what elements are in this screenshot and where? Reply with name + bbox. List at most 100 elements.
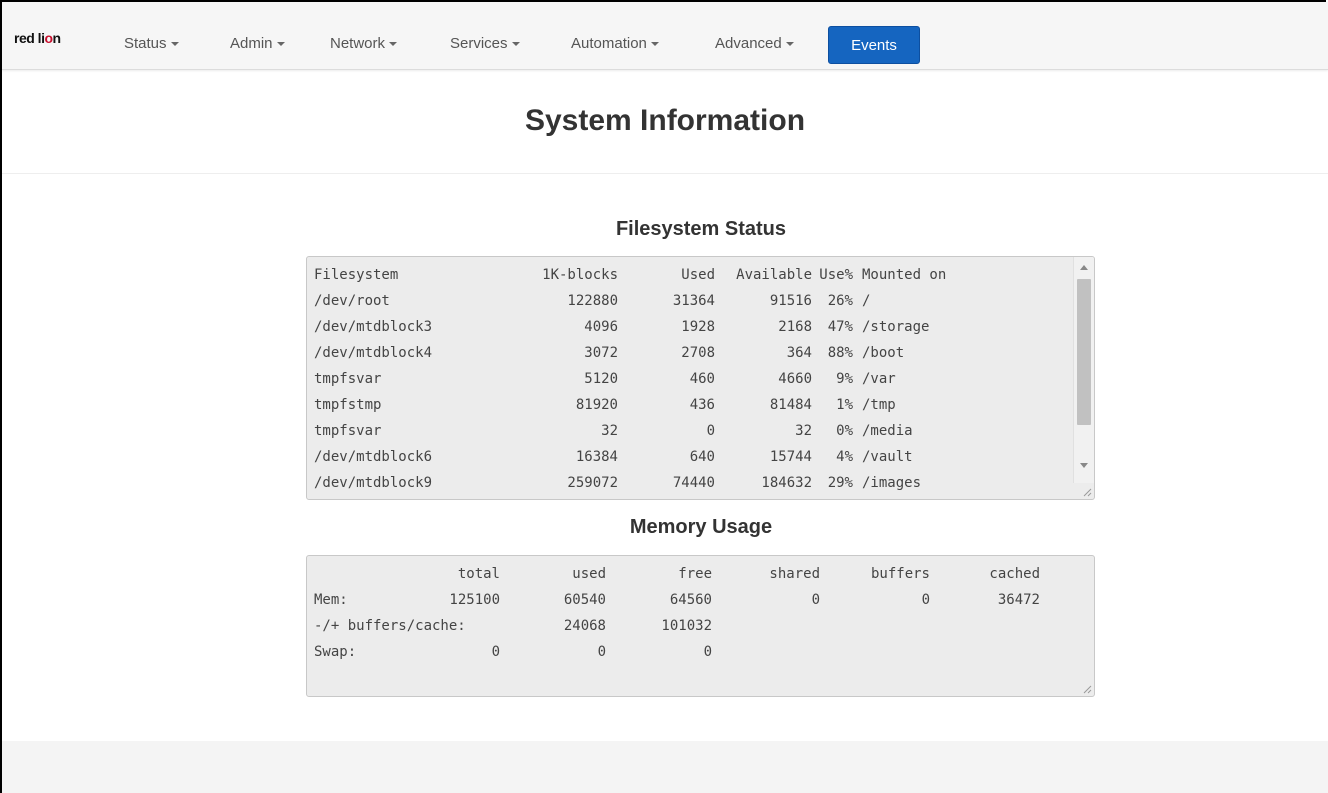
- cell-total: 0: [491, 644, 500, 660]
- cell-used: 640: [689, 449, 715, 465]
- header-cached: cached: [989, 566, 1040, 582]
- cell-filesystem: /dev/mtdblock3: [314, 319, 433, 335]
- header-shared: shared: [769, 566, 820, 582]
- cell-use-percent: 0%: [836, 423, 853, 439]
- table-row: -/+ buffers/cache: 24068 101032: [314, 613, 1040, 639]
- nav-menu-automation-label: Automation: [571, 35, 647, 52]
- cell-filesystem: /dev/mtdblock6: [314, 449, 433, 465]
- cell-buffers: 0: [921, 592, 930, 608]
- cell-used: 460: [689, 371, 715, 387]
- header-used: used: [572, 566, 606, 582]
- cell-available: 364: [786, 345, 812, 361]
- cell-mounted-on: /images: [862, 475, 922, 491]
- nav-menu-automation[interactable]: Automation: [571, 24, 659, 64]
- header-1k-blocks: 1K-blocks: [542, 267, 618, 283]
- header-available: Available: [736, 267, 812, 283]
- cell-blocks: 4096: [584, 319, 618, 335]
- logo-text: red lion: [14, 30, 61, 46]
- header-total: total: [457, 566, 500, 582]
- page-title: System Information: [524, 104, 806, 137]
- table-row: Swap: 0 0 0: [314, 639, 1040, 665]
- cell-blocks: 3072: [584, 345, 618, 361]
- cell-use-percent: 29%: [827, 475, 853, 491]
- cell-free: 64560: [669, 592, 712, 608]
- chevron-down-icon: [785, 42, 794, 47]
- nav-menu-advanced-label: Advanced: [715, 35, 782, 52]
- filesystem-header-row: Filesystem 1K-blocks Used Available Use%…: [314, 262, 963, 288]
- cell-filesystem: tmpfsvar: [314, 371, 382, 387]
- chevron-down-icon: [650, 42, 659, 47]
- cell-mounted-on: /: [862, 293, 871, 309]
- cell-available: 91516: [769, 293, 812, 309]
- cell-mounted-on: /vault: [862, 449, 913, 465]
- cell-use-percent: 1%: [836, 397, 853, 413]
- cell-available: 184632: [761, 475, 812, 491]
- table-row: /dev/mtdblock3 4096 1928 2168 47% /stora…: [314, 314, 963, 340]
- table-row: tmpfsvar 32 0 32 0% /media: [314, 418, 963, 444]
- cell-used: 31364: [672, 293, 715, 309]
- nav-menu-status-label: Status: [124, 35, 167, 52]
- nav-events-button[interactable]: Events: [828, 26, 920, 64]
- cell-used: 60540: [563, 592, 606, 608]
- nav-menu-network[interactable]: Network: [330, 24, 398, 64]
- memory-textarea[interactable]: total used free shared buffers cached Me…: [306, 555, 1095, 697]
- nav-menu-services[interactable]: Services: [450, 24, 520, 64]
- memory-table: total used free shared buffers cached Me…: [314, 561, 1040, 665]
- chevron-down-icon: [511, 42, 520, 47]
- filesystem-textarea[interactable]: Filesystem 1K-blocks Used Available Use%…: [306, 256, 1095, 500]
- nav-menu-status[interactable]: Status: [124, 24, 179, 64]
- scroll-down-arrow-icon[interactable]: [1080, 463, 1088, 468]
- cell-filesystem: tmpfstmp: [314, 397, 382, 413]
- cell-mounted-on: /media: [862, 423, 913, 439]
- resize-handle-icon[interactable]: [1082, 684, 1092, 694]
- filesystem-section-title: Filesystem Status: [615, 218, 787, 240]
- cell-label: Mem:: [314, 592, 348, 608]
- nav-menu-admin[interactable]: Admin: [230, 24, 285, 64]
- chevron-down-icon: [389, 42, 398, 47]
- cell-mounted-on: /storage: [862, 319, 930, 335]
- cell-mounted-on: /tmp: [862, 397, 896, 413]
- cell-available: 15744: [769, 449, 812, 465]
- cell-cached: [930, 639, 1040, 665]
- cell-blocks: 122880: [567, 293, 618, 309]
- table-row: Mem: 125100 60540 64560 0 0 36472: [314, 587, 1040, 613]
- resize-handle-icon[interactable]: [1082, 487, 1092, 497]
- cell-blocks: 5120: [584, 371, 618, 387]
- cell-free: 101032: [661, 618, 712, 634]
- table-row: tmpfstmp 81920 436 81484 1% /tmp: [314, 392, 963, 418]
- header-filesystem: Filesystem: [314, 267, 399, 283]
- table-row: tmpfsvar 5120 460 4660 9% /var: [314, 366, 963, 392]
- nav-menu-network-label: Network: [330, 35, 386, 52]
- cell-available: 2168: [778, 319, 812, 335]
- table-row: /dev/mtdblock9 259072 74440 184632 29% /…: [314, 470, 963, 496]
- nav-menu-advanced[interactable]: Advanced: [715, 24, 794, 64]
- nav-menu-admin-label: Admin: [230, 35, 273, 52]
- top-navbar: red lion Status Admin Network Services A…: [2, 2, 1328, 70]
- header-blank: [314, 561, 394, 587]
- cell-used: 24068: [563, 618, 606, 634]
- cell-available: 81484: [769, 397, 812, 413]
- cell-shared: [712, 613, 820, 639]
- cell-filesystem: tmpfsvar: [314, 423, 382, 439]
- chevron-down-icon: [170, 42, 179, 47]
- filesystem-scrollbar[interactable]: [1073, 257, 1094, 483]
- filesystem-table: Filesystem 1K-blocks Used Available Use%…: [314, 262, 963, 496]
- header-free: free: [678, 566, 712, 582]
- red-lion-logo[interactable]: red lion: [14, 30, 61, 46]
- scrollbar-thumb[interactable]: [1077, 279, 1091, 425]
- cell-use-percent: 26%: [827, 293, 853, 309]
- cell-available: 32: [795, 423, 812, 439]
- cell-free: 0: [703, 644, 712, 660]
- header-buffers: buffers: [870, 566, 930, 582]
- cell-use-percent: 88%: [827, 345, 853, 361]
- cell-filesystem: /dev/mtdblock4: [314, 345, 433, 361]
- header-mounted-on: Mounted on: [862, 267, 947, 283]
- header-used: Used: [681, 267, 715, 283]
- scroll-up-arrow-icon[interactable]: [1080, 265, 1088, 270]
- cell-used: 1928: [681, 319, 715, 335]
- header-use-percent: Use%: [819, 267, 853, 283]
- memory-section-title: Memory Usage: [629, 516, 773, 538]
- cell-shared: [712, 639, 820, 665]
- cell-used: 2708: [681, 345, 715, 361]
- cell-blocks: 32: [601, 423, 618, 439]
